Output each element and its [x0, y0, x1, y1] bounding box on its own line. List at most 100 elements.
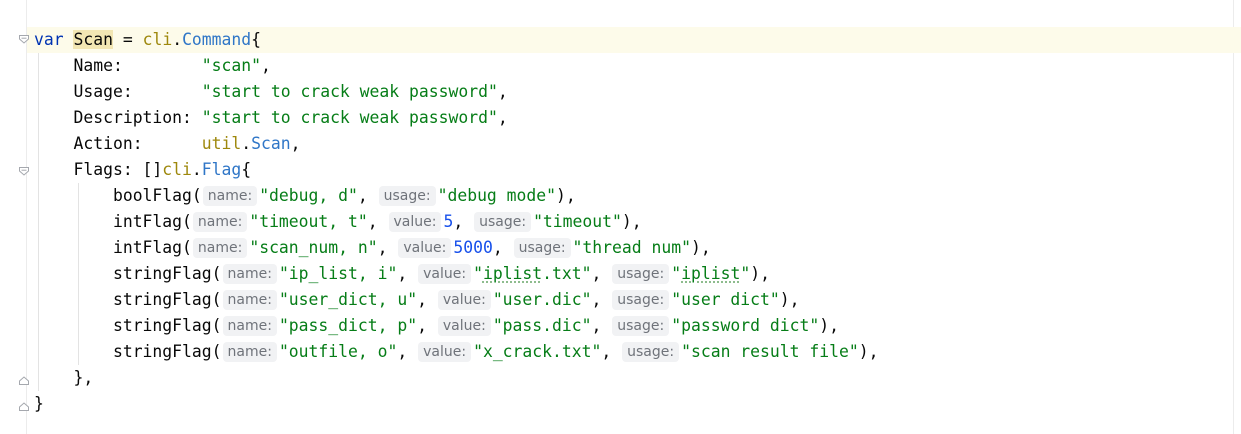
string-part: "	[671, 264, 682, 283]
package-util[interactable]: util	[202, 134, 241, 153]
number-literal: 5000	[453, 238, 493, 257]
param-hint-value: value:	[418, 342, 472, 362]
punct: ,	[601, 342, 622, 361]
code-line[interactable]: intFlag(name: "timeout, t", value: 5, usag…	[34, 209, 878, 235]
function-call[interactable]: stringFlag(	[113, 316, 222, 335]
param-hint-name: name:	[202, 186, 258, 206]
param-hint-name: name:	[192, 238, 248, 258]
string-literal: "user_dict, u"	[278, 290, 418, 309]
spelling-typo[interactable]: iplist	[483, 264, 542, 283]
punct: ),	[779, 290, 800, 309]
param-hint-name: name:	[222, 316, 277, 336]
string-literal: "user dict"	[671, 290, 780, 309]
fold-open-icon[interactable]	[18, 165, 30, 177]
type-command[interactable]: Command	[182, 30, 251, 49]
identifier-scan[interactable]: Scan	[73, 30, 113, 49]
param-hint-name: name:	[222, 290, 277, 310]
string-literal: "scan_num, n"	[249, 238, 378, 257]
fold-end-icon[interactable]	[18, 401, 30, 413]
punct: ,	[591, 290, 612, 309]
code-line[interactable]: intFlag(name: "scan_num, n", value: 5000, …	[34, 235, 878, 261]
field-key: Description:	[73, 108, 202, 127]
param-hint-usage: usage:	[378, 186, 436, 206]
string-literal: "iplist"	[671, 264, 750, 283]
punct: ,	[377, 238, 398, 257]
code-line[interactable]: Flags: []cli.Flag{	[34, 157, 878, 183]
code-line[interactable]: stringFlag(name: "ip_list, i", value: "ipl…	[34, 261, 878, 287]
punct: ,	[397, 342, 418, 361]
dot: .	[191, 160, 202, 179]
brace: {	[241, 160, 252, 179]
param-hint-name: name:	[222, 264, 277, 284]
param-hint-value: value:	[437, 290, 491, 310]
punct: ),	[556, 186, 576, 205]
string-literal: "outfile, o"	[278, 342, 398, 361]
code-line[interactable]: }	[34, 391, 878, 417]
string-literal: "password dict"	[671, 316, 820, 335]
string-literal: "debug, d"	[259, 186, 358, 205]
punct: ),	[858, 342, 879, 361]
string-literal: "pass.dic"	[492, 316, 592, 335]
param-hint-value: value:	[418, 264, 472, 284]
punct: ,	[357, 186, 378, 205]
spelling-typo[interactable]: iplist	[681, 264, 740, 283]
field-key: Action:	[73, 134, 202, 153]
string-literal: "ip_list, i"	[278, 264, 398, 283]
punct: ,	[290, 134, 301, 153]
punct: ,	[591, 264, 612, 283]
fold-end-icon[interactable]	[18, 375, 30, 387]
package-cli[interactable]: cli	[143, 30, 173, 49]
param-hint-name: name:	[222, 342, 277, 362]
punct: ,	[591, 316, 612, 335]
fold-open-icon[interactable]	[18, 33, 30, 45]
string-literal: "thread num"	[572, 238, 691, 257]
function-scan[interactable]: Scan	[251, 134, 290, 153]
type-flag[interactable]: Flag	[202, 160, 241, 179]
editor-gutter	[0, 0, 27, 434]
string-literal: "timeout, t"	[249, 212, 368, 231]
code-line[interactable]: Description: "start to crack weak passwo…	[34, 105, 878, 131]
param-hint-value: value:	[437, 316, 491, 336]
punct: ,	[367, 212, 388, 231]
code-line[interactable]: Name: "scan",	[34, 53, 878, 79]
string-literal: "pass_dict, p"	[278, 316, 418, 335]
dot: .	[172, 30, 183, 49]
function-call[interactable]: stringFlag(	[113, 264, 222, 283]
function-call[interactable]: intFlag(	[113, 238, 192, 257]
code-line[interactable]: boolFlag(name: "debug, d", usage: "debug m…	[34, 183, 878, 209]
param-hint-value: value:	[398, 238, 452, 258]
string-literal: "iplist.txt"	[473, 264, 591, 283]
field-key: Name:	[73, 56, 202, 75]
field-key: Usage:	[73, 82, 202, 101]
function-call[interactable]: intFlag(	[113, 212, 192, 231]
function-call[interactable]: stringFlag(	[113, 342, 222, 361]
punct: ,	[453, 212, 474, 231]
function-call[interactable]: stringFlag(	[113, 290, 222, 309]
string-literal: "scan result file"	[681, 342, 859, 361]
keyword-var: var	[34, 30, 64, 49]
code-line[interactable]: var Scan = cli.Command{	[34, 27, 878, 53]
punct: ),	[819, 316, 839, 335]
code-editor[interactable]: var Scan = cli.Command{ Name: "scan", Us…	[34, 27, 878, 417]
code-line[interactable]: Usage: "start to crack weak password",	[34, 79, 878, 105]
code-line[interactable]: stringFlag(name: "pass_dict, p", value: "p…	[34, 313, 878, 339]
punct: ),	[690, 238, 711, 257]
code-line[interactable]: stringFlag(name: "outfile, o", value: "x_c…	[34, 339, 878, 365]
string-part: .txt"	[542, 264, 592, 283]
dot: .	[241, 134, 252, 153]
punct: ,	[497, 82, 508, 101]
code-line[interactable]: },	[34, 365, 878, 391]
right-margin-guide	[1233, 0, 1234, 434]
closing-brace: }	[34, 394, 44, 413]
punct: ),	[621, 212, 642, 231]
code-line[interactable]: Action: util.Scan,	[34, 131, 878, 157]
package-cli[interactable]: cli	[162, 160, 192, 179]
punct: ),	[750, 264, 770, 283]
punct: ,	[261, 56, 271, 75]
number-literal: 5	[443, 212, 454, 231]
string-literal: "start to crack weak password"	[201, 108, 498, 127]
function-call[interactable]: boolFlag(	[113, 186, 202, 205]
code-line[interactable]: stringFlag(name: "user_dict, u", value: "u…	[34, 287, 878, 313]
punct: ,	[492, 238, 513, 257]
param-hint-usage: usage:	[474, 212, 532, 232]
